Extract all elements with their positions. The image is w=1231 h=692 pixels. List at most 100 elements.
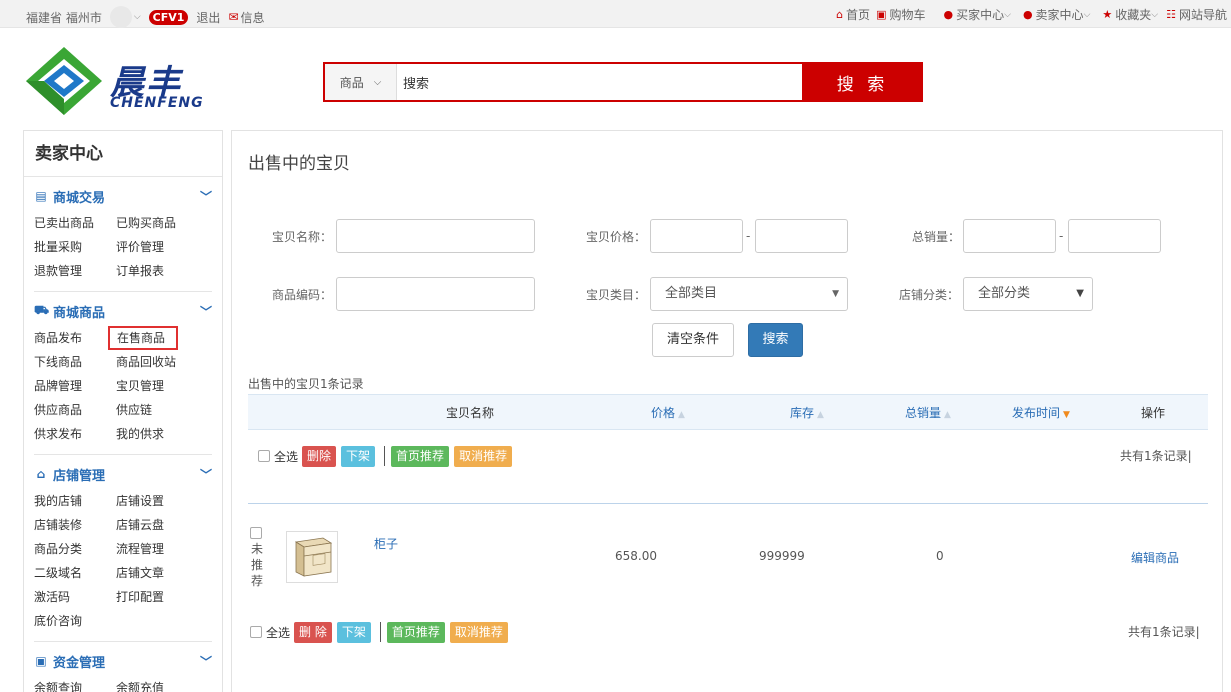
sidebar-item[interactable]: 下线商品 <box>34 350 116 374</box>
sidebar-item[interactable]: 余额查询 <box>34 676 116 692</box>
cancel-recommend-button[interactable]: 取消推荐 <box>454 445 513 467</box>
messages-label: 信息 <box>240 10 265 25</box>
chevron-down-icon[interactable]: ﹀ <box>200 653 212 670</box>
mail-icon: ✉ <box>228 10 239 24</box>
search-button[interactable]: 搜 索 <box>802 62 923 102</box>
filter-category-select[interactable]: 全部类目 ▼ <box>650 277 848 311</box>
nav-seller-center[interactable]: ● 卖家中心 ⌵ <box>1023 6 1090 23</box>
sidebar-section-header[interactable]: ⌂ 店铺管理 ﹀ <box>34 455 212 489</box>
filter-price-max-input[interactable] <box>755 219 848 253</box>
nav-cart[interactable]: ▣ 购物车 <box>876 6 925 23</box>
column-header-sales-label: 总销量 <box>905 406 942 420</box>
home-recommend-button[interactable]: 首页推荐 <box>386 621 445 643</box>
sidebar-item[interactable]: 订单报表 <box>116 259 206 283</box>
column-header-date[interactable]: 发布时间 ▼ <box>1012 395 1070 431</box>
filter-sales-min-input[interactable] <box>963 219 1056 253</box>
sidebar-item[interactable]: 商品发布 <box>34 326 116 350</box>
sidebar-item[interactable]: 店铺文章 <box>116 561 206 585</box>
column-header-sales[interactable]: 总销量 ▲ <box>905 395 951 431</box>
sidebar-item[interactable]: 流程管理 <box>116 537 206 561</box>
column-header-stock[interactable]: 库存 ▲ <box>790 395 824 431</box>
sidebar-item[interactable]: 打印配置 <box>116 585 206 609</box>
filter-name-label: 宝贝名称： <box>272 230 333 244</box>
filter-shopcat-select[interactable]: 全部分类 ▼ <box>963 277 1093 311</box>
sidebar-item[interactable]: 批量采购 <box>34 235 116 259</box>
sidebar-item[interactable]: 退款管理 <box>34 259 116 283</box>
search-input[interactable] <box>397 64 802 100</box>
sidebar-item[interactable]: 二级域名 <box>34 561 116 585</box>
filter-sales-label: 总销量： <box>912 230 961 244</box>
filter-shopcat-label: 店铺分类： <box>899 288 960 302</box>
recommend-status-tag: 未推荐 <box>250 542 263 588</box>
sidebar-item[interactable]: 宝贝管理 <box>116 374 206 398</box>
chevron-down-icon: ⌵ <box>373 76 382 88</box>
filter-search-button[interactable]: 搜索 <box>748 323 803 357</box>
row-checkbox[interactable] <box>250 527 262 539</box>
sidebar-item[interactable]: 我的供求 <box>116 422 206 446</box>
shopcat-select-value: 全部分类 <box>978 286 1031 301</box>
filter-sales-max-input[interactable] <box>1068 219 1161 253</box>
filter-code-input[interactable] <box>336 277 535 311</box>
sidebar-item[interactable]: 商品回收站 <box>116 350 206 374</box>
sidebar-item[interactable]: 供应商品 <box>34 398 116 422</box>
product-thumbnail[interactable] <box>286 531 338 583</box>
column-header-price-label: 价格 <box>651 406 676 420</box>
filter-name-input[interactable] <box>336 219 535 253</box>
sidebar-section-header[interactable]: ⛟ 商城商品 ﹀ <box>34 292 212 326</box>
nav-buyer-center[interactable]: ● 买家中心 ⌵ <box>943 6 1010 23</box>
avatar[interactable] <box>109 6 132 28</box>
chevron-down-icon: ⌵ <box>1004 9 1011 20</box>
sidebar-item[interactable]: 评价管理 <box>116 235 206 259</box>
offline-button[interactable]: 下架 <box>341 445 376 467</box>
sidebar-title: 卖家中心 <box>24 131 222 177</box>
chevron-down-icon[interactable]: ﹀ <box>200 466 212 483</box>
sidebar-item[interactable]: 已购买商品 <box>116 211 206 235</box>
clear-filters-button[interactable]: 清空条件 <box>652 323 734 357</box>
nav-favorites[interactable]: ★ 收藏夹 ⌵ <box>1102 6 1158 23</box>
total-records-top: 共有1条记录| <box>1120 449 1192 463</box>
filter-price-min-input[interactable] <box>650 219 743 253</box>
category-select-value: 全部类目 <box>665 286 718 301</box>
sidebar-item[interactable]: 供应链 <box>116 398 206 422</box>
column-header-name: 宝贝名称 <box>446 406 495 420</box>
sidebar-section-header[interactable]: ▣ 资金管理 ﹀ <box>34 642 212 676</box>
offline-button[interactable]: 下架 <box>336 621 371 643</box>
sidebar-item[interactable]: 我的店铺 <box>34 489 116 513</box>
delete-button[interactable]: 删 除 <box>294 621 332 643</box>
sidebar-item[interactable]: 店铺设置 <box>116 489 206 513</box>
nav-home[interactable]: ⌂ 首页 <box>836 6 870 23</box>
sidebar-item-active[interactable]: 在售商品 <box>108 326 178 350</box>
chevron-down-icon[interactable]: ⌵ <box>134 12 141 22</box>
main-panel: 出售中的宝贝 宝贝名称： 宝贝价格： - 总销量： - 商品编码： 宝贝类目： … <box>231 130 1223 692</box>
sidebar-section-shop: ⌂ 店铺管理 ﹀ 我的店铺 店铺设置 店铺装修 店铺云盘 商品分类 流程管理 二级… <box>34 455 212 642</box>
location-text[interactable]: 福建省 福州市 <box>26 9 102 26</box>
nav-buyer-label: 买家中心 <box>956 8 1005 22</box>
column-header-price[interactable]: 价格 ▲ <box>651 395 685 431</box>
sidebar-item[interactable]: 商品分类 <box>34 537 116 561</box>
nav-site-map[interactable]: ☷ 网站导航 <box>1166 6 1227 23</box>
sidebar-item[interactable]: 激活码 <box>34 585 116 609</box>
delete-button[interactable]: 删除 <box>302 445 337 467</box>
edit-product-link[interactable]: 编辑商品 <box>1131 549 1179 566</box>
sidebar-item[interactable]: 供求发布 <box>34 422 116 446</box>
cancel-recommend-button[interactable]: 取消推荐 <box>449 621 508 643</box>
chevron-down-icon[interactable]: ﹀ <box>200 303 212 320</box>
product-name-link[interactable]: 柜子 <box>374 535 398 552</box>
select-all-checkbox[interactable] <box>258 450 270 462</box>
sidebar-item[interactable]: 店铺云盘 <box>116 513 206 537</box>
select-all-checkbox[interactable] <box>250 626 262 638</box>
brand-logo[interactable]: 晨丰 CHENFENG <box>24 45 224 117</box>
sidebar-item[interactable]: 店铺装修 <box>34 513 116 537</box>
sidebar-item[interactable]: 品牌管理 <box>34 374 116 398</box>
sidebar-section-title: 资金管理 <box>53 655 106 671</box>
sidebar-item[interactable]: 余额充值 <box>116 676 206 692</box>
sidebar-item[interactable]: 底价咨询 <box>34 609 116 633</box>
search-scope-select[interactable]: 商品 ⌵ <box>325 64 397 100</box>
sales-range-dash: - <box>1059 229 1064 243</box>
chevron-down-icon[interactable]: ﹀ <box>200 188 212 205</box>
sidebar-item[interactable]: 已卖出商品 <box>34 211 116 235</box>
logout-link[interactable]: 退出 <box>196 9 220 26</box>
home-recommend-button[interactable]: 首页推荐 <box>391 445 450 467</box>
messages-link[interactable]: ✉ 信息 <box>228 9 264 26</box>
sidebar-section-header[interactable]: ▤ 商城交易 ﹀ <box>34 177 212 211</box>
